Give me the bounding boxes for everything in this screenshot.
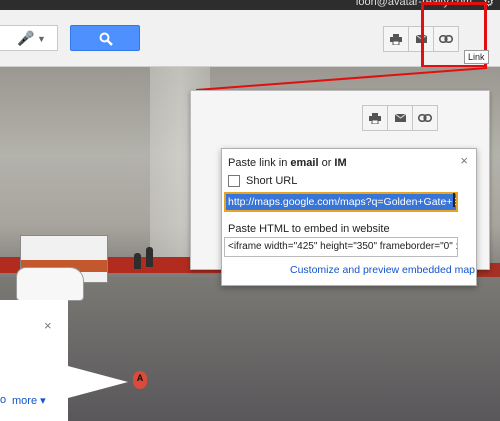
customize-embed-link[interactable]: Customize and preview embedded map — [290, 264, 475, 276]
share-toolbar-group — [362, 105, 438, 131]
link-url-field[interactable]: http://maps.google.com/maps?q=Golden+Gat… — [224, 192, 458, 212]
title-or: or — [318, 157, 335, 169]
link-button[interactable] — [412, 105, 438, 131]
title-im: IM — [334, 157, 347, 169]
link-dialog: × Paste link in email or IM Short URL ht… — [221, 148, 477, 286]
info-callout-pointer — [68, 366, 128, 398]
text-cursor — [453, 193, 455, 207]
print-button[interactable] — [362, 105, 388, 131]
short-url-option[interactable]: Short URL — [228, 175, 297, 187]
dialog-title: Paste link in email or IM — [228, 157, 347, 169]
short-url-checkbox[interactable] — [228, 175, 240, 187]
embed-label: Paste HTML to embed in website — [228, 223, 390, 235]
short-url-label: Short URL — [246, 175, 298, 187]
email-icon — [394, 114, 406, 122]
partial-link[interactable]: o — [0, 394, 6, 406]
email-button[interactable] — [387, 105, 413, 131]
close-icon[interactable]: × — [44, 318, 52, 333]
embed-html-field[interactable]: <iframe width="425" height="350" framebo… — [224, 237, 458, 257]
link-url-value: http://maps.google.com/maps?q=Golden+Gat… — [226, 194, 456, 210]
map-marker-a[interactable]: A — [133, 371, 147, 389]
close-icon[interactable]: × — [460, 153, 468, 168]
more-link[interactable]: more ▾ — [12, 394, 46, 407]
title-email: email — [290, 157, 319, 169]
print-icon — [369, 112, 381, 124]
link-icon — [418, 114, 432, 122]
title-prefix: Paste link in — [228, 157, 291, 169]
